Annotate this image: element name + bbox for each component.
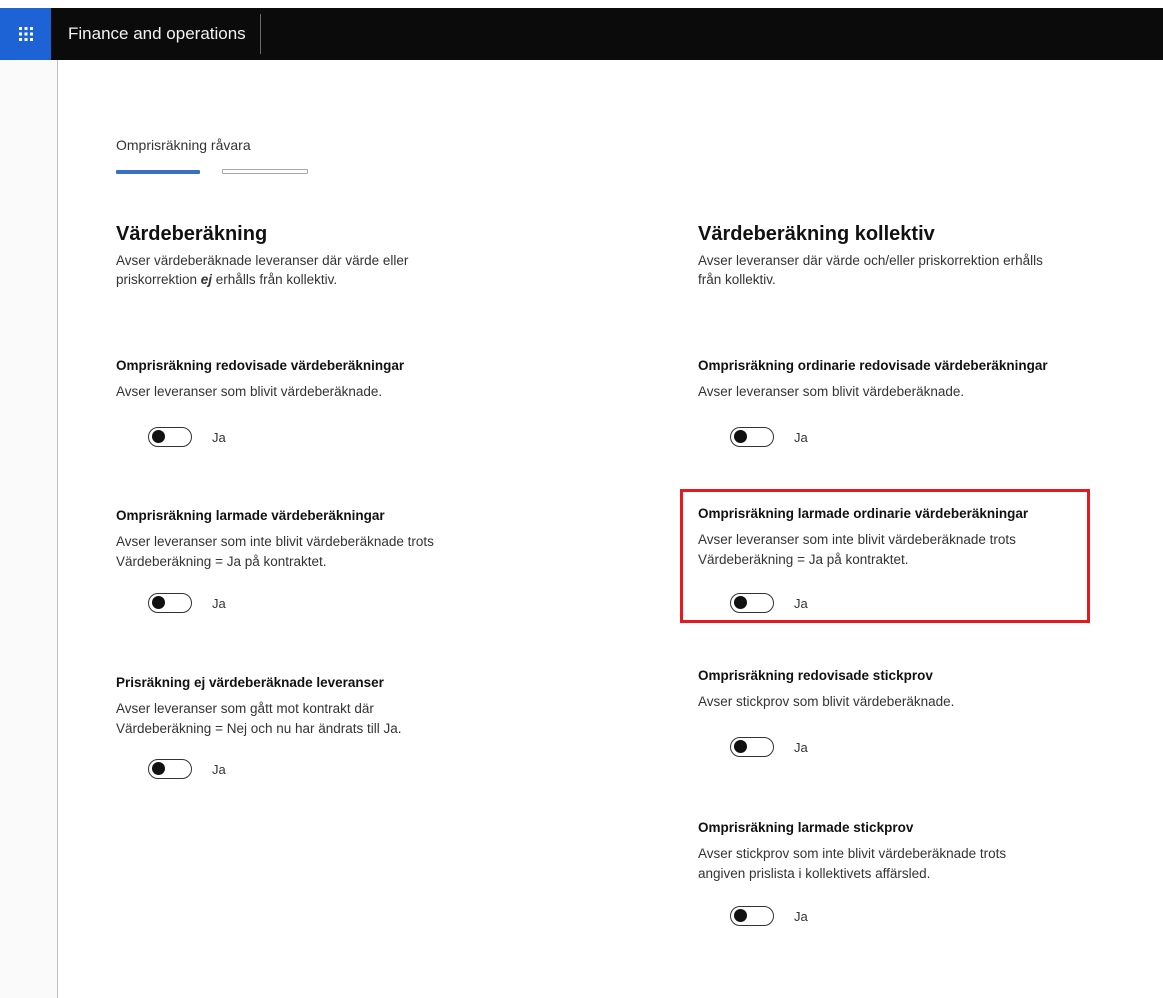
toggle-knob bbox=[734, 740, 747, 753]
right-item-4-toggle-row: Ja bbox=[730, 906, 808, 926]
toggle-switch[interactable] bbox=[730, 906, 774, 926]
toggle-knob bbox=[152, 762, 165, 775]
toggle-label: Ja bbox=[212, 595, 226, 611]
left-section-title: Värdeberäkning bbox=[116, 223, 268, 245]
right-section-description: Avser leveranser där värde och/eller pri… bbox=[698, 253, 1043, 287]
top-nav-bar: Finance and operations bbox=[0, 8, 1163, 60]
toggle-knob bbox=[152, 430, 165, 443]
toggle-switch[interactable] bbox=[148, 593, 192, 613]
toggle-switch[interactable] bbox=[148, 759, 192, 779]
progress-step-2 bbox=[222, 169, 308, 174]
item-title: Omprisräkning ordinarie redovisade värde… bbox=[698, 358, 1048, 373]
right-item-4: Omprisräkning larmade stickprov Avser st… bbox=[698, 820, 1078, 884]
item-title: Omprisräkning redovisade stickprov bbox=[698, 668, 933, 683]
item-description: Avser leveranser som blivit värdeberäkna… bbox=[116, 384, 383, 399]
item-title: Omprisräkning larmade värdeberäkningar bbox=[116, 508, 385, 523]
toggle-knob bbox=[152, 596, 165, 609]
toggle-knob bbox=[734, 430, 747, 443]
right-item-1-toggle-row: Ja bbox=[730, 427, 808, 447]
left-item-2-toggle-row: Ja bbox=[148, 593, 226, 613]
item-title: Prisräkning ej värdeberäknade leveranser bbox=[116, 675, 384, 690]
toggle-knob bbox=[734, 909, 747, 922]
item-description: Avser leveranser som blivit värdeberäkna… bbox=[698, 384, 965, 399]
left-section-description: Avser värdeberäknade leveranser där värd… bbox=[116, 253, 409, 287]
toggle-label: Ja bbox=[212, 761, 226, 777]
right-item-3: Omprisräkning redovisade stickprov Avser… bbox=[698, 668, 1098, 712]
app-launcher-button[interactable] bbox=[0, 8, 51, 60]
item-description: Avser stickprov som inte blivit värdeber… bbox=[698, 846, 1007, 881]
left-item-3-toggle-row: Ja bbox=[148, 759, 226, 779]
toggle-switch[interactable] bbox=[730, 427, 774, 447]
right-section-title: Värdeberäkning kollektiv bbox=[698, 223, 935, 245]
left-nav-rail bbox=[0, 60, 58, 998]
toggle-label: Ja bbox=[212, 429, 226, 445]
left-item-3: Prisräkning ej värdeberäknade leveranser… bbox=[116, 675, 446, 739]
toggle-switch[interactable] bbox=[148, 427, 192, 447]
toggle-label: Ja bbox=[794, 908, 808, 924]
left-item-1-toggle-row: Ja bbox=[148, 427, 226, 447]
waffle-grid-icon bbox=[18, 27, 33, 41]
item-title: Omprisräkning redovisade värdeberäkninga… bbox=[116, 358, 405, 373]
item-description: Avser leveranser som gått mot kontrakt d… bbox=[116, 701, 402, 736]
toggle-switch[interactable] bbox=[730, 737, 774, 757]
item-description: Avser stickprov som blivit värdeberäknad… bbox=[698, 694, 955, 709]
left-item-2: Omprisräkning larmade värdeberäkningar A… bbox=[116, 508, 446, 572]
toggle-label: Ja bbox=[794, 429, 808, 445]
item-description: Avser leveranser som inte blivit värdebe… bbox=[116, 534, 434, 569]
highlight-annotation bbox=[680, 489, 1090, 623]
right-item-3-toggle-row: Ja bbox=[730, 737, 808, 757]
progress-step-1 bbox=[116, 170, 200, 174]
app-title[interactable]: Finance and operations bbox=[51, 14, 261, 54]
right-item-1: Omprisräkning ordinarie redovisade värde… bbox=[698, 358, 1098, 402]
wizard-step-title: Omprisräkning råvara bbox=[116, 137, 251, 153]
left-item-1: Omprisräkning redovisade värdeberäkninga… bbox=[116, 358, 446, 402]
item-title: Omprisräkning larmade stickprov bbox=[698, 820, 914, 835]
toggle-label: Ja bbox=[794, 739, 808, 755]
